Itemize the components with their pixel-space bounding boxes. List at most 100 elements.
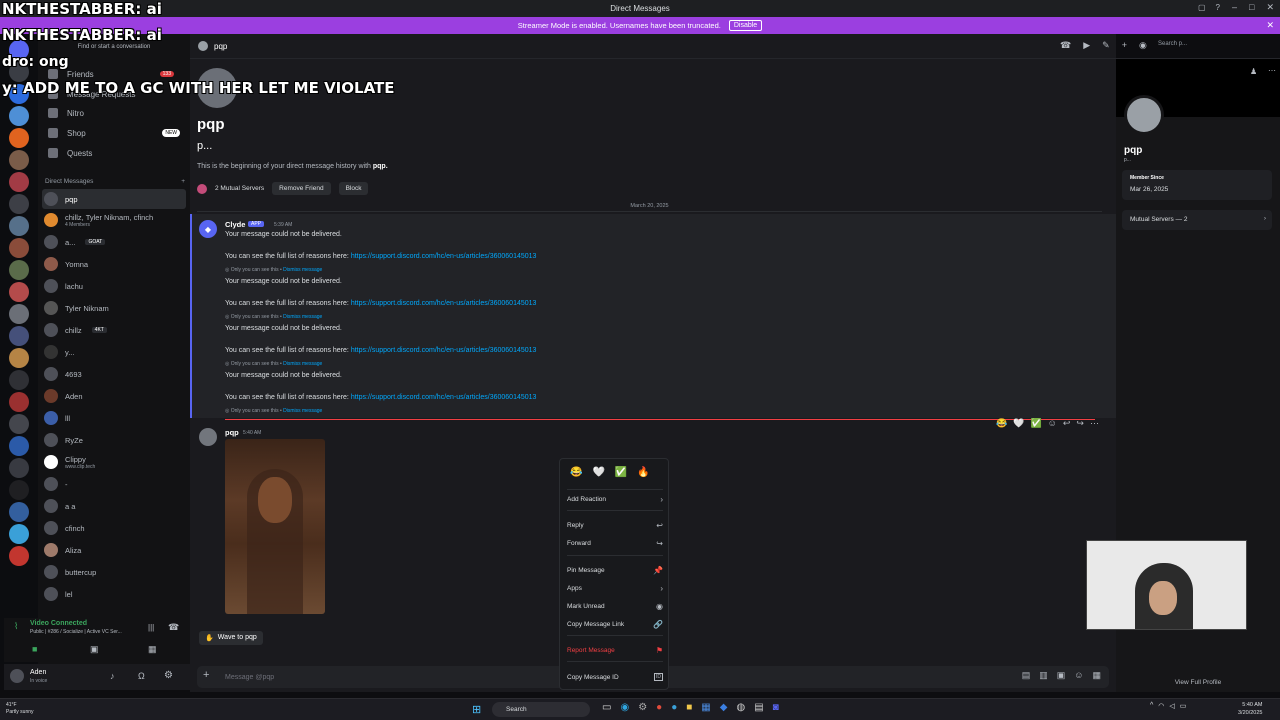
view-full-profile-link[interactable]: View Full Profile — [1116, 679, 1280, 686]
dismiss-message-link[interactable]: Dismiss message — [283, 314, 322, 320]
menu-forward[interactable]: Forward ↪ — [567, 536, 663, 550]
dismiss-message-link[interactable]: Dismiss message — [283, 267, 322, 273]
taskbar-search[interactable]: Search — [492, 702, 590, 717]
dm-item[interactable]: buttercup — [42, 562, 186, 582]
server-icon[interactable] — [9, 282, 29, 302]
add-reaction-icon[interactable]: ☺ — [1048, 418, 1057, 429]
server-icon[interactable] — [9, 392, 29, 412]
server-icon[interactable] — [9, 458, 29, 478]
weather-widget[interactable]: 41°F Partly sunny — [6, 702, 34, 716]
server-icon[interactable] — [9, 348, 29, 368]
file-explorer-icon[interactable]: ■ — [686, 702, 692, 713]
dm-item[interactable]: Yomna — [42, 254, 186, 274]
create-dm-button[interactable]: + — [181, 178, 185, 185]
menu-reply[interactable]: Reply ↩ — [567, 518, 663, 532]
clyde-avatar[interactable]: ◆ — [199, 220, 217, 238]
dm-item[interactable]: lel — [42, 584, 186, 604]
search-input[interactable]: Search p... — [1158, 41, 1254, 53]
server-icon[interactable] — [9, 414, 29, 434]
support-link[interactable]: https://support.discord.com/hc/en-us/art… — [351, 253, 537, 260]
dm-item[interactable]: a a — [42, 496, 186, 516]
menu-report-message[interactable]: Report Message ⚑ — [567, 643, 663, 657]
attach-plus-icon[interactable]: + — [203, 669, 209, 681]
add-friend-icon[interactable]: ♟ — [1250, 67, 1257, 76]
react-joy-icon[interactable]: 😂 — [996, 418, 1007, 429]
call-icon[interactable]: ☎ — [1060, 40, 1071, 51]
tray-chevron-icon[interactable]: ^ — [1150, 702, 1153, 710]
dm-item[interactable]: 4693 — [42, 364, 186, 384]
server-icon[interactable] — [9, 480, 29, 500]
server-icon[interactable] — [9, 436, 29, 456]
volume-icon[interactable]: ◁ — [1169, 702, 1174, 710]
remove-friend-button[interactable]: Remove Friend — [272, 182, 331, 195]
wifi-icon[interactable]: ◠ — [1158, 702, 1164, 710]
dm-item[interactable]: y... — [42, 342, 186, 362]
menu-add-reaction[interactable]: Add Reaction › — [567, 492, 663, 506]
obs-icon[interactable]: ◍ — [736, 702, 745, 713]
clyde-name[interactable]: Clyde — [225, 220, 245, 229]
forward-icon[interactable]: ↪ — [1076, 418, 1084, 429]
server-icon[interactable] — [9, 128, 29, 148]
server-icon[interactable] — [9, 524, 29, 544]
voice-status[interactable]: Video Connected — [30, 620, 87, 627]
discord-taskbar-icon[interactable]: ◙ — [773, 702, 779, 713]
disable-streamer-mode-button[interactable]: Disable — [728, 20, 763, 31]
chrome-icon[interactable]: ● — [656, 702, 662, 713]
support-link[interactable]: https://support.discord.com/hc/en-us/art… — [351, 394, 537, 401]
quick-react-heart-icon[interactable]: 🤍 — [592, 467, 604, 478]
dm-item[interactable]: chillz, Tyler Niknam, cfinch 4 Members — [42, 210, 186, 230]
help-icon[interactable]: ? — [1216, 3, 1220, 12]
dm-item[interactable]: a... GOAT — [42, 232, 186, 252]
dm-item[interactable]: Clippy www.clip.tech — [42, 452, 186, 472]
server-icon[interactable] — [9, 260, 29, 280]
terminal-icon[interactable]: ▤ — [754, 702, 763, 713]
maximize-icon[interactable]: □ — [1249, 2, 1254, 13]
block-button[interactable]: Block — [338, 182, 369, 195]
support-link[interactable]: https://support.discord.com/hc/en-us/art… — [351, 347, 537, 354]
profile-avatar[interactable] — [1124, 95, 1164, 135]
menu-copy-message-id[interactable]: Copy Message ID ID — [567, 670, 663, 684]
browser-icon[interactable]: ● — [671, 702, 677, 713]
close-banner-icon[interactable]: ✕ — [1266, 20, 1274, 31]
inbox-icon[interactable]: ▢ — [1198, 3, 1206, 12]
server-icon[interactable] — [9, 370, 29, 390]
apps-icon[interactable]: ▦ — [1092, 670, 1101, 681]
settings-app-icon[interactable]: ⚙ — [638, 702, 647, 713]
server-icon[interactable] — [9, 172, 29, 192]
mutual-servers-link[interactable]: 2 Mutual Servers — [215, 185, 264, 192]
more-options-icon[interactable]: ⋯ — [1268, 66, 1276, 75]
store-icon[interactable]: ▦ — [701, 702, 710, 713]
headphones-icon[interactable]: Ω — [138, 671, 145, 681]
dm-item[interactable]: lachu — [42, 276, 186, 296]
gif-icon[interactable]: ▥ — [1039, 670, 1048, 681]
dismiss-message-link[interactable]: Dismiss message — [283, 361, 322, 367]
profile-toggle-icon[interactable]: ◉ — [1139, 40, 1147, 51]
taskbar-clock[interactable]: 5:40 AM 3/20/2025 — [1238, 701, 1262, 717]
noise-suppression-icon[interactable]: ||| — [148, 623, 154, 632]
server-icon[interactable] — [9, 106, 29, 126]
emoji-icon[interactable]: ☺ — [1074, 670, 1083, 681]
server-icon[interactable] — [9, 150, 29, 170]
dm-item[interactable]: cfinch — [42, 518, 186, 538]
server-icon[interactable] — [9, 546, 29, 566]
server-icon[interactable] — [9, 304, 29, 324]
dm-item[interactable]: Aden — [42, 386, 186, 406]
signal-icon[interactable]: ⌇ — [14, 621, 18, 632]
menu-pin-message[interactable]: Pin Message 📌 — [567, 563, 663, 577]
screen-share-icon[interactable]: ▣ — [90, 644, 99, 655]
pin-icon[interactable]: ✎ — [1102, 40, 1110, 51]
mutual-servers-row[interactable]: Mutual Servers — 2 › — [1122, 210, 1272, 230]
task-view-icon[interactable]: ▭ — [602, 702, 611, 713]
more-icon[interactable]: ⋯ — [1090, 418, 1099, 429]
dm-item[interactable]: - — [42, 474, 186, 494]
message-avatar[interactable] — [199, 428, 217, 446]
wave-button[interactable]: ✋ Wave to pqp — [199, 631, 263, 645]
react-check-icon[interactable]: ✅ — [1030, 418, 1041, 429]
dm-item[interactable]: Tyler Niknam — [42, 298, 186, 318]
windows-start-icon[interactable]: ⊞ — [472, 703, 481, 716]
menu-mark-unread[interactable]: Mark Unread ◉ — [567, 599, 663, 613]
menu-apps[interactable]: Apps › — [567, 581, 663, 595]
menu-copy-message-link[interactable]: Copy Message Link 🔗 — [567, 617, 663, 631]
message-image-attachment[interactable] — [225, 439, 325, 614]
server-icon[interactable] — [9, 502, 29, 522]
